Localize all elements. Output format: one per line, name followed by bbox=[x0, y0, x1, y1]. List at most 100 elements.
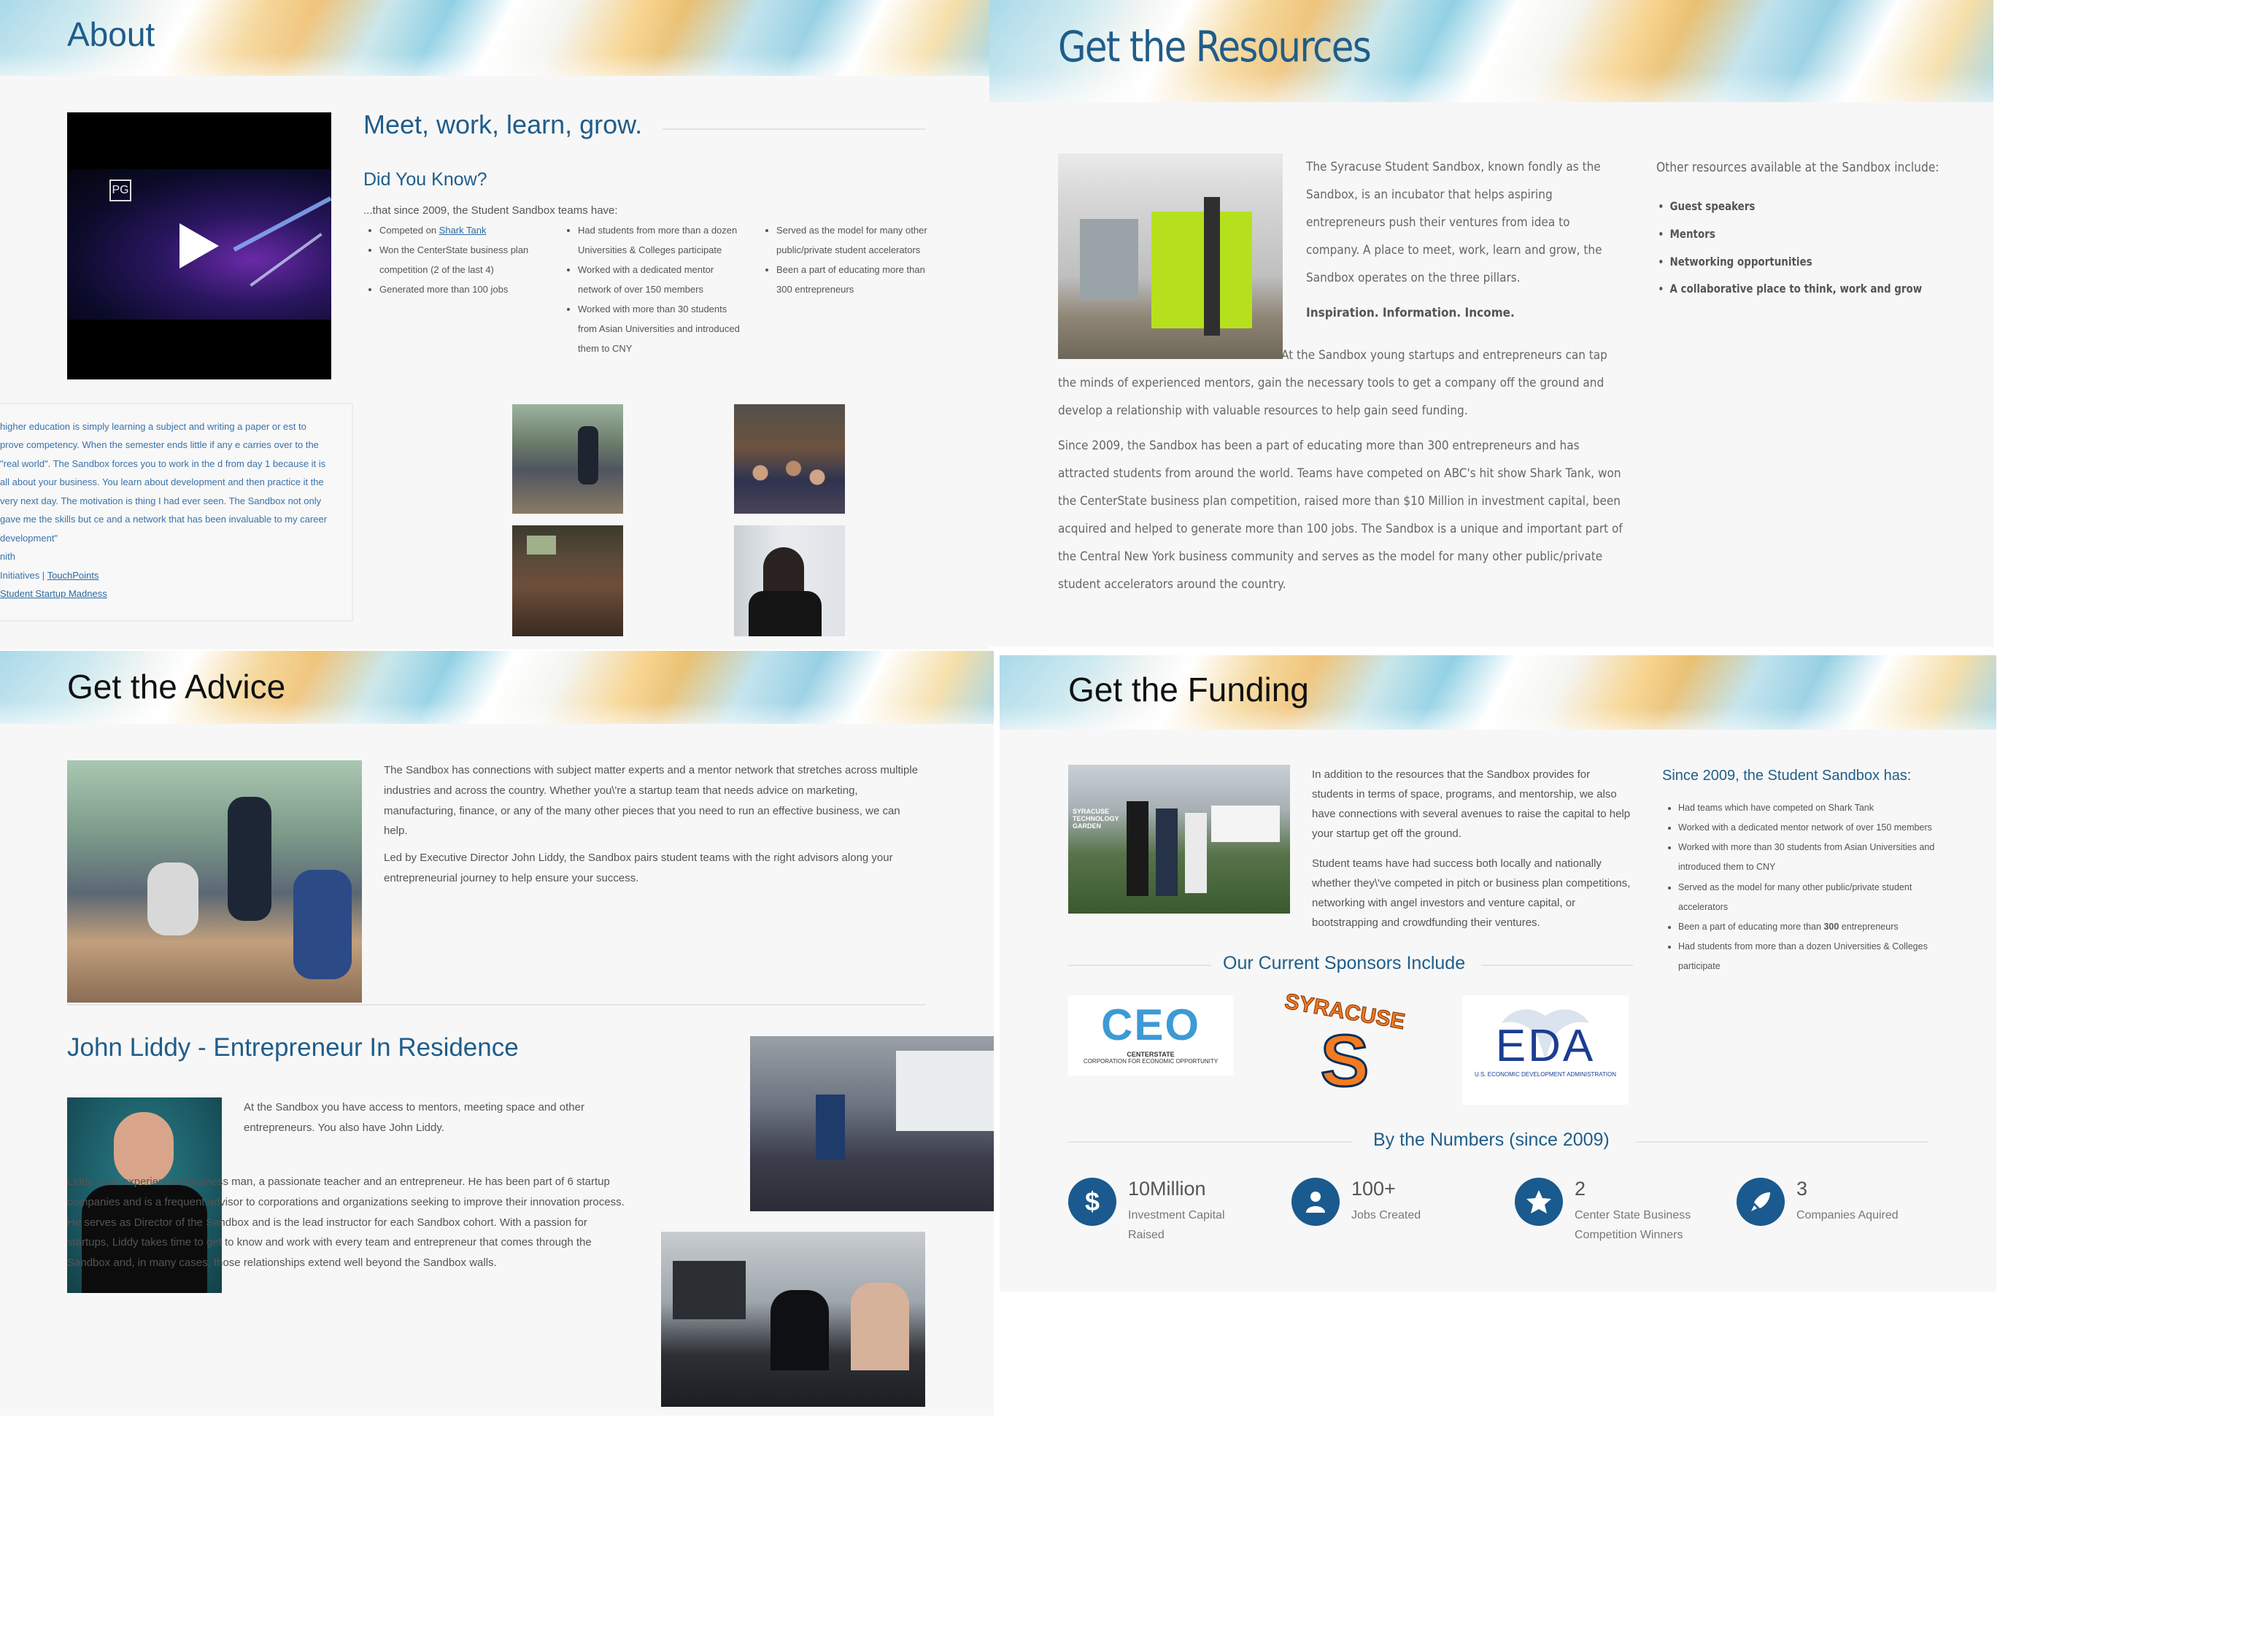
photo-demo-laptop bbox=[661, 1232, 925, 1407]
eda-logo-text: EDA bbox=[1495, 1021, 1596, 1071]
stat-investment: $ 10Million Investment Capital Raised bbox=[1068, 1176, 1287, 1249]
stat-acquired: 3 Companies Aquired bbox=[1737, 1176, 1955, 1249]
student-startup-madness-link[interactable]: Student Startup Madness bbox=[0, 588, 107, 599]
stat-value: 10Million bbox=[1128, 1178, 1206, 1200]
funding-panel: Get the Funding SYRACUSE TECHNOLOGY GARD… bbox=[1000, 655, 1996, 1292]
video-rating-badge: PG bbox=[109, 180, 131, 201]
resources-intro: The Syracuse Student Sandbox, known fond… bbox=[1306, 153, 1602, 327]
syracuse-s-mark: S bbox=[1319, 1020, 1370, 1102]
eir-heading: John Liddy - Entrepreneur In Residence bbox=[67, 1033, 519, 1062]
ceo-logo-sub2: CORPORATION FOR ECONOMIC OPPORTUNITY bbox=[1083, 1058, 1219, 1065]
ceo-sponsor-logo[interactable]: CEO CENTERSTATE CORPORATION FOR ECONOMIC… bbox=[1068, 995, 1233, 1076]
photo-mentoring bbox=[512, 404, 623, 514]
list-item: Guest speakers bbox=[1669, 193, 1922, 220]
play-icon[interactable] bbox=[177, 222, 220, 270]
ceo-logo-sub1: CENTERSTATE bbox=[1127, 1051, 1175, 1058]
dollar-icon: $ bbox=[1068, 1178, 1116, 1226]
stat-competition: 2 Center State Business Competition Winn… bbox=[1515, 1176, 1734, 1249]
list-item: Had students from more than a dozen Univ… bbox=[1678, 937, 1960, 976]
list-item: Been a part of educating more than 300 e… bbox=[1678, 917, 1960, 937]
stat-value: 3 bbox=[1796, 1178, 1808, 1200]
list-item: Worked with more than 30 students from A… bbox=[1678, 838, 1960, 877]
list-item: A collaborative place to think, work and… bbox=[1669, 275, 1922, 303]
list-item: Served as the model for many other publi… bbox=[776, 220, 937, 260]
numbers-divider-left bbox=[1068, 1141, 1353, 1143]
did-you-know-heading: Did You Know? bbox=[363, 169, 487, 190]
stat-label: Jobs Created bbox=[1351, 1209, 1421, 1221]
list-item-bold: 300 bbox=[1823, 921, 1839, 932]
funding-banner: Get the Funding bbox=[1000, 655, 1996, 730]
stat-label: Companies Aquired bbox=[1796, 1209, 1899, 1221]
advice-paragraph-2: Led by Executive Director John Liddy, th… bbox=[384, 852, 893, 884]
eir-paragraph-2-text: Liddy is an experienced business man, a … bbox=[67, 1176, 625, 1269]
about-banner: About bbox=[0, 0, 989, 76]
list-item: Worked with a dedicated mentor network o… bbox=[578, 260, 746, 299]
eda-logo-sub: U.S. ECONOMIC DEVELOPMENT ADMINISTRATION bbox=[1475, 1071, 1616, 1078]
stat-value: 100+ bbox=[1351, 1178, 1396, 1200]
sponsors-divider-right bbox=[1481, 965, 1633, 966]
facts-col-1: Competed on Shark Tank Won the CenterSta… bbox=[363, 220, 547, 299]
about-panel: About PG Meet, work, learn, grow. Did Yo… bbox=[0, 0, 989, 649]
photo-sandbox-space bbox=[1058, 153, 1283, 359]
list-item: Mentors bbox=[1669, 220, 1922, 248]
ceo-logo-text: CEO bbox=[1100, 1000, 1201, 1049]
eir-paragraph-2: Liddy is an experienced business man, a … bbox=[67, 1172, 629, 1273]
list-item-text: Been a part of educating more than bbox=[1678, 921, 1824, 932]
photo-crowd-event bbox=[734, 404, 845, 514]
star-icon bbox=[1515, 1178, 1563, 1226]
advice-paragraph-1: The Sandbox has connections with subject… bbox=[384, 764, 919, 838]
video-player[interactable]: PG bbox=[67, 112, 331, 379]
about-title: About bbox=[67, 15, 155, 53]
resources-paragraph-3: Since 2009, the Sandbox has been a part … bbox=[1058, 439, 1623, 593]
list-item: Won the CenterState business plan compet… bbox=[379, 240, 547, 279]
funding-paragraph-1: In addition to the resources that the Sa… bbox=[1312, 768, 1631, 840]
shark-tank-link[interactable]: Shark Tank bbox=[439, 225, 487, 236]
other-resources-list: Guest speakers Mentors Networking opport… bbox=[1656, 193, 1922, 303]
list-item: Worked with more than 30 students from A… bbox=[578, 299, 746, 358]
list-item: Generated more than 100 jobs bbox=[379, 279, 547, 299]
list-item-text: entrepreneurs bbox=[1839, 921, 1899, 932]
list-item: Had teams which have competed on Shark T… bbox=[1678, 798, 1960, 818]
list-item: Competed on Shark Tank bbox=[379, 220, 547, 240]
advice-title: Get the Advice bbox=[67, 668, 286, 706]
numbers-heading: By the Numbers (since 2009) bbox=[1373, 1130, 1610, 1150]
numbers-divider-right bbox=[1636, 1141, 1928, 1143]
resources-pillars: Inspiration. Information. Income. bbox=[1306, 306, 1515, 321]
person-icon bbox=[1291, 1178, 1340, 1226]
list-item: Worked with a dedicated mentor network o… bbox=[1678, 818, 1960, 838]
sponsors-heading: Our Current Sponsors Include bbox=[1223, 953, 1466, 973]
resources-title: Get the Resources bbox=[1058, 22, 1372, 72]
eda-sponsor-logo[interactable]: EDA U.S. ECONOMIC DEVELOPMENT ADMINISTRA… bbox=[1462, 995, 1629, 1105]
stat-label: Center State Business Competition Winner… bbox=[1575, 1209, 1691, 1242]
photo-mentor-meeting bbox=[67, 760, 362, 1003]
heading-divider bbox=[663, 128, 925, 130]
touchpoints-link[interactable]: TouchPoints bbox=[47, 570, 99, 581]
advice-banner: Get the Advice bbox=[0, 651, 994, 724]
list-item: Had students from more than a dozen Univ… bbox=[578, 220, 746, 260]
list-item: Served as the model for many other publi… bbox=[1678, 878, 1960, 917]
photo-check-presentation: SYRACUSE TECHNOLOGY GARDEN bbox=[1068, 765, 1290, 914]
photo-sign: SYRACUSE TECHNOLOGY GARDEN bbox=[1073, 808, 1119, 830]
funding-paragraph-2: Student teams have had success both loca… bbox=[1312, 857, 1631, 929]
photo-auditorium bbox=[512, 525, 623, 636]
resources-paragraph-2: At the Sandbox young startups and entrep… bbox=[1058, 348, 1607, 419]
facts-col-2: Had students from more than a dozen Univ… bbox=[562, 220, 746, 358]
quote-text: higher education is simply learning a su… bbox=[0, 421, 328, 544]
fact-text: Competed on bbox=[379, 225, 439, 236]
photo-speaker bbox=[734, 525, 845, 636]
other-resources-heading: Other resources available at the Sandbox… bbox=[1656, 160, 1939, 175]
since-2009-heading: Since 2009, the Student Sandbox has: bbox=[1662, 768, 1912, 784]
photo-presentation bbox=[750, 1036, 994, 1211]
list-item: Been a part of educating more than 300 e… bbox=[776, 260, 937, 299]
quote-author: nith bbox=[0, 551, 15, 563]
stat-label: Investment Capital Raised bbox=[1128, 1209, 1225, 1242]
stat-value: 2 bbox=[1575, 1178, 1586, 1200]
about-heading: Meet, work, learn, grow. bbox=[363, 109, 643, 139]
syracuse-sponsor-logo[interactable]: SYRACUSE S bbox=[1283, 989, 1407, 1105]
list-item: Networking opportunities bbox=[1669, 248, 1922, 276]
advice-divider bbox=[67, 1004, 925, 1006]
resources-panel: Get the Resources The Syracuse Student S… bbox=[989, 0, 1993, 646]
facts-col-3: Served as the model for many other publi… bbox=[760, 220, 937, 299]
about-intro: ...that since 2009, the Student Sandbox … bbox=[363, 204, 618, 217]
funding-title: Get the Funding bbox=[1068, 671, 1309, 709]
